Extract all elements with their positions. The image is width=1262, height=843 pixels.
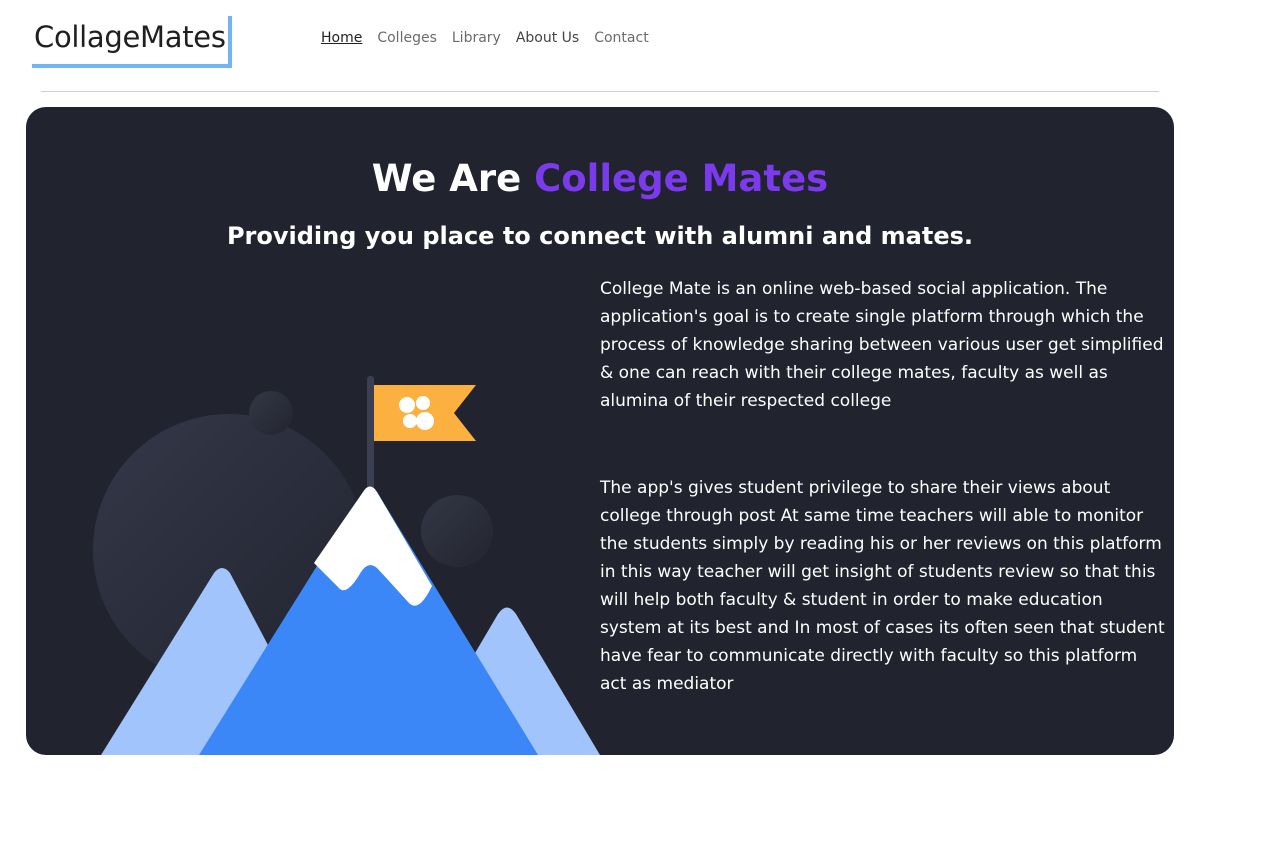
about-paragraph-1: College Mate is an online web-based soci… [600,279,1164,411]
background-orb-small-right [421,495,493,567]
about-text: College Mate is an online web-based soci… [600,275,1165,698]
nav-contact[interactable]: Contact [594,30,648,46]
about-paragraph-2: The app's gives student privilege to sha… [600,478,1165,694]
header-divider [41,91,1159,92]
hero-title: We Are College Mates [26,157,1174,200]
nav-colleges[interactable]: Colleges [377,30,437,46]
hero-subtitle: Providing you place to connect with alum… [226,222,974,250]
nav-about-us[interactable]: About Us [516,30,579,46]
background-orb-small-left [249,391,293,435]
hero-title-accent: College Mates [534,157,829,200]
hero-section: We Are College Mates Providing you place… [26,107,1174,755]
hero-title-prefix: We Are [371,157,535,200]
nav-library[interactable]: Library [452,30,501,46]
nav-home[interactable]: Home [321,30,362,46]
mountain-flag-illustration [93,376,600,755]
logo[interactable]: CollageMates [32,16,232,68]
logo-text: CollageMates [34,20,226,54]
main-nav: Home Colleges Library About Us Contact [321,30,649,46]
